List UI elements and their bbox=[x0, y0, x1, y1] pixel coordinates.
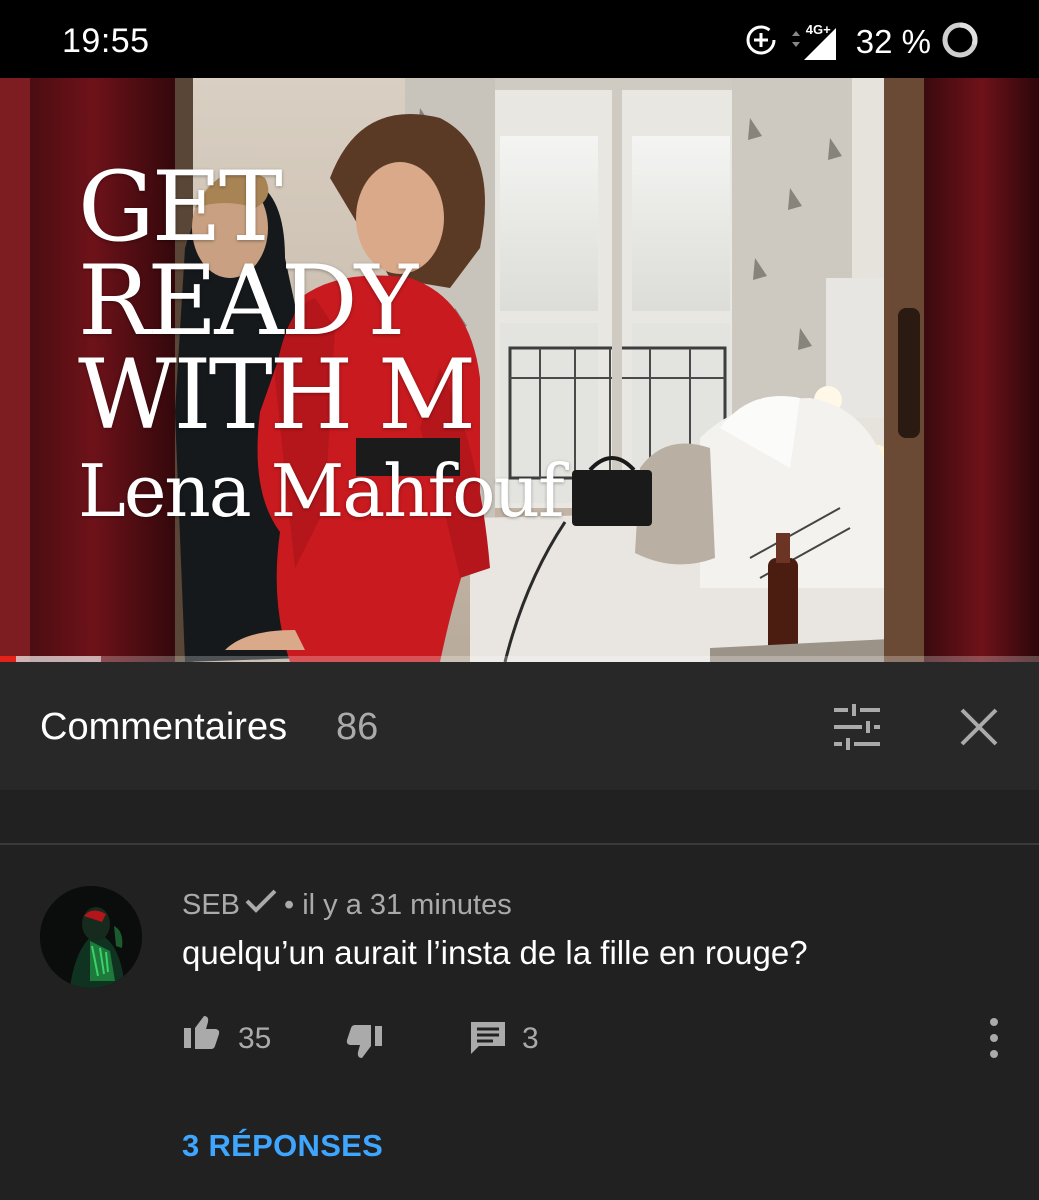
network-type-label: 4G+ bbox=[805, 22, 831, 37]
battery-percent: 32 % bbox=[855, 23, 931, 60]
video-title-line-2: READY bbox=[78, 245, 418, 357]
view-replies-link[interactable]: 3 RÉPONSES bbox=[182, 1128, 383, 1164]
comments-title: Commentaires bbox=[40, 706, 288, 748]
signal-icon: 4G+ bbox=[788, 22, 840, 62]
video-title-overlay: GET READY WITH M Lena Mahfouf bbox=[78, 151, 565, 536]
comment-text: quelqu’un aurait l’insta de la fille en … bbox=[182, 934, 808, 971]
thumbs-up-icon bbox=[184, 1016, 220, 1049]
close-button[interactable] bbox=[954, 702, 1004, 752]
avatar-image bbox=[40, 886, 142, 988]
add-circle-icon bbox=[744, 23, 778, 62]
meta-separator: • bbox=[284, 888, 295, 921]
comment-meta: SEB • il y a 31 minutes bbox=[182, 888, 512, 922]
sort-button[interactable] bbox=[830, 702, 884, 752]
video-player[interactable]: GET READY WITH M Lena Mahfouf bbox=[0, 78, 1039, 662]
thumbs-down-icon bbox=[346, 1025, 382, 1058]
sort-sliders-icon bbox=[834, 704, 880, 750]
video-title-subline: Lena Mahfouf bbox=[78, 449, 565, 533]
comments-header: Commentaires 86 bbox=[0, 662, 1039, 790]
more-vertical-icon bbox=[990, 1018, 998, 1058]
dislike-button[interactable] bbox=[344, 1022, 384, 1062]
divider bbox=[0, 843, 1039, 845]
battery-icon bbox=[941, 21, 979, 64]
more-options-button[interactable] bbox=[982, 1016, 1006, 1060]
status-indicators: 4G+ 32 % bbox=[744, 20, 979, 64]
close-icon bbox=[960, 708, 998, 746]
comment-actions: 35 3 bbox=[182, 1010, 1012, 1066]
comment-author[interactable]: SEB bbox=[182, 889, 240, 922]
reply-count: 3 bbox=[522, 1022, 539, 1055]
status-time: 19:55 bbox=[62, 22, 150, 60]
like-count: 35 bbox=[238, 1022, 272, 1055]
video-title-line-3: WITH M bbox=[78, 339, 476, 451]
reply-icon bbox=[471, 1022, 505, 1054]
verified-check-icon bbox=[244, 888, 278, 922]
video-title-line-1: GET bbox=[78, 151, 283, 263]
avatar[interactable] bbox=[40, 886, 142, 988]
like-button[interactable] bbox=[182, 1012, 222, 1052]
comment-time: il y a 31 minutes bbox=[302, 888, 512, 921]
reply-button[interactable] bbox=[468, 1018, 508, 1058]
status-bar: 19:55 4G+ 32 % bbox=[0, 0, 1039, 78]
comments-count: 86 bbox=[336, 706, 379, 748]
